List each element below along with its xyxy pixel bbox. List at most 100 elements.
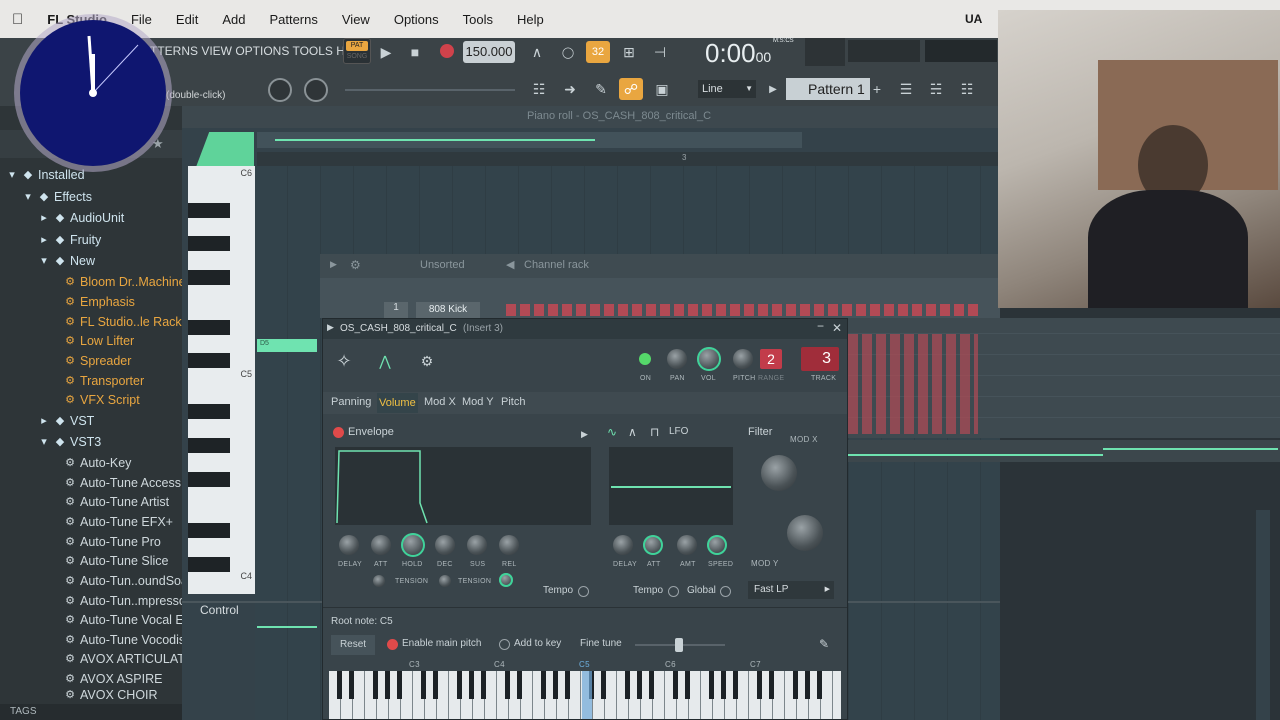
tool-tab[interactable] [196,132,254,166]
tree-plugin[interactable]: ⚙ Auto-Tune Vocodist [64,630,189,649]
menubar-input-label[interactable]: UA [965,12,982,26]
env-hold-knob[interactable] [401,533,425,557]
chevron-right-icon[interactable]: ▶ [581,429,588,440]
lfo-attack-knob[interactable] [643,535,663,555]
close-icon[interactable]: ✕ [832,321,842,335]
record-icon[interactable] [440,44,454,58]
lfo-triangle-icon[interactable]: ∧ [628,425,637,439]
env-release-knob[interactable] [499,535,519,555]
enable-pitch-led[interactable] [387,639,398,650]
tree-plugin[interactable]: ⚙ FL Studio..le Rack FX [64,312,201,331]
menu-view[interactable]: View [330,12,382,27]
lfo-speed-knob[interactable] [707,535,727,555]
playlist-icon[interactable]: ☰ [895,78,917,100]
mod-x-knob[interactable] [761,455,797,491]
tab-panning[interactable]: Panning [331,396,371,408]
inner-menu[interactable]: TTERNS VIEW OPTIONS TOOLS HELP [150,44,368,58]
tree-plugin[interactable]: ⚙ Auto-Tune Vocal EQ [64,610,193,629]
tension-knob[interactable] [439,575,451,587]
volume-knob[interactable] [697,347,721,371]
mod-y-knob[interactable] [787,515,823,551]
wait-icon[interactable]: ◯ [556,41,580,63]
master-slider[interactable] [345,89,515,91]
tempo-display[interactable]: 150.000 [463,41,515,63]
tree-plugin[interactable]: ⚙ Auto-Tune Slice [64,551,168,570]
brush-icon[interactable]: ✎ [819,637,829,651]
step-sequencer[interactable] [506,304,980,316]
pan-knob[interactable] [667,349,687,369]
fine-tune-handle[interactable] [675,638,683,652]
tension-knob[interactable] [499,573,513,587]
fine-tune-slider[interactable] [635,638,725,652]
black-key[interactable] [188,523,230,538]
channel-number[interactable]: 1 [384,302,408,318]
tree-plugin[interactable]: ⚙ Auto-Tune EFX+ [64,512,173,531]
tree-plugin[interactable]: ⚙ Auto-Tune Access [64,473,181,492]
tree-plugin[interactable]: ⚙ Spreader [64,351,131,370]
on-led[interactable] [639,353,651,365]
env-delay-knob[interactable] [339,535,359,555]
black-key[interactable] [188,353,230,368]
envelope-tab-icon[interactable]: ⋀ [373,349,397,373]
tree-plugin[interactable]: ⚙ Low Lifter [64,331,134,350]
lfo-square-icon[interactable]: ⊓ [650,425,659,439]
plugin-tab-icon[interactable]: ✧ [331,349,357,373]
add-pattern-icon[interactable]: + [870,78,884,100]
tension-knob[interactable] [373,575,385,587]
snap-select[interactable]: Line ▼ [698,80,756,98]
lfo-delay-knob[interactable] [613,535,633,555]
tab-pitch[interactable]: Pitch [501,396,525,408]
play-icon[interactable]: ▶ [330,259,337,270]
add-to-key-toggle[interactable] [499,639,510,650]
menu-edit[interactable]: Edit [164,12,210,27]
stop-icon[interactable]: ■ [405,42,425,62]
lfo-amount-knob[interactable] [677,535,697,555]
menu-arrow-icon[interactable]: ▶ [327,322,334,333]
tree-plugin[interactable]: ⚙ Transporter [64,371,144,390]
lfo-tempo-toggle[interactable] [668,586,679,597]
channel-rack-icon[interactable]: ☷ [956,78,978,100]
tree-vst[interactable]: ▸ ◆ VST [38,411,94,430]
tree-plugin[interactable]: ⚙ Auto-Tune Pro [64,532,161,551]
env-tempo-toggle[interactable] [578,586,589,597]
tree-audiounit[interactable]: ▸ ◆ AudioUnit [38,208,124,227]
loop-record-icon[interactable]: ⊞ [617,41,641,63]
control-label[interactable]: Control [200,603,239,617]
root-keyboard[interactable] [329,671,841,719]
env-decay-knob[interactable] [435,535,455,555]
tree-plugin[interactable]: ⚙ Auto-Tun..oundSoap [64,571,195,590]
track-value[interactable]: 3 [801,347,839,371]
pencil-icon[interactable]: ✎ [589,78,613,100]
lfo-sine-icon[interactable]: ∿ [607,425,617,439]
lfo-graph[interactable] [609,447,733,525]
wrench-icon[interactable]: ⚙ [415,349,439,373]
sort-select[interactable]: Unsorted [420,259,465,271]
tab-mod-x[interactable]: Mod X [424,396,456,408]
main-pitch-knob[interactable] [304,78,328,102]
tree-plugin[interactable]: ⚙ Auto-Tun..mpressor [64,591,190,610]
tree-vst3[interactable]: ▾ ◆ VST3 [38,432,101,451]
gear-icon[interactable]: ⚙ [350,258,361,272]
black-key[interactable] [188,438,230,453]
tree-plugin[interactable]: ⚙ Auto-Tune Artist [64,492,169,511]
menu-help[interactable]: Help [505,12,556,27]
piano-roll-icon[interactable]: ☷ [527,78,551,100]
tree-fruity[interactable]: ▸ ◆ Fruity [38,230,101,249]
tree-plugin[interactable]: ⚙ Auto-Key [64,453,131,472]
tree-plugin[interactable]: ⚙ AVOX CHOIR [64,689,158,701]
add-to-key-label[interactable]: Add to key [514,638,561,649]
env-attack-knob[interactable] [371,535,391,555]
note-block[interactable]: D5 [257,339,317,352]
pat-song-toggle[interactable]: PAT SONG [343,38,371,64]
tree-plugin[interactable]: ⚙ Bloom Dr..Machine [64,272,186,291]
minimize-icon[interactable]: − [817,319,824,333]
pitch-knob[interactable] [733,349,753,369]
black-key[interactable] [188,236,230,251]
tree-effects[interactable]: ▾ ◆ Effects [22,187,92,206]
env-sustain-knob[interactable] [467,535,487,555]
filter-type-select[interactable]: Fast LP ▶ [748,581,834,599]
envelope-graph[interactable] [335,447,591,525]
channel-row[interactable]: 1 808 Kick [320,300,1000,318]
mixer-icon[interactable]: ☵ [925,78,947,100]
play-icon[interactable]: ▶ [376,42,396,62]
